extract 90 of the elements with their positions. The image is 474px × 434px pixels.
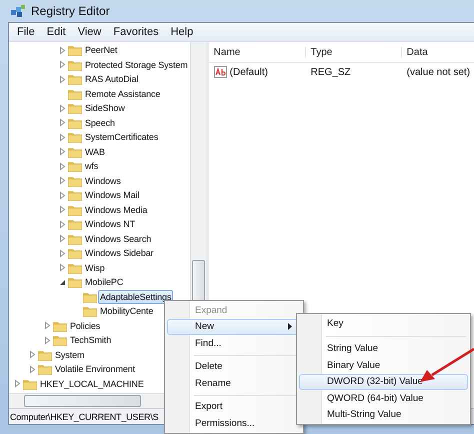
menu-option[interactable]: String Value — [299, 340, 468, 357]
expand-arrow-icon[interactable] — [58, 74, 67, 84]
folder-icon — [68, 189, 82, 202]
folder-icon — [68, 232, 82, 245]
folder-icon — [68, 131, 82, 144]
column-header[interactable]: Type — [306, 46, 402, 58]
folder-icon — [38, 363, 52, 376]
menu-item[interactable]: Edit — [40, 26, 72, 38]
menu-item[interactable]: File — [11, 26, 41, 38]
window-title: Registry Editor — [31, 4, 110, 18]
folder-icon — [68, 218, 82, 230]
tree-item[interactable]: Wisp — [83, 260, 107, 275]
value-name-cell: (Default) — [208, 66, 306, 78]
tree-item[interactable]: HKEY_LOCAL_MACHINE — [38, 376, 146, 391]
expand-arrow-icon[interactable] — [28, 364, 37, 374]
tree-item[interactable]: SideShow — [83, 101, 127, 116]
registry-cubes-icon — [10, 4, 26, 18]
folder-icon — [68, 174, 82, 187]
expand-arrow-icon[interactable] — [58, 104, 67, 113]
expand-arrow-icon[interactable] — [58, 263, 67, 272]
menu-item[interactable]: View — [72, 26, 108, 38]
expand-arrow-icon[interactable] — [58, 147, 67, 156]
menu-item[interactable]: Favorites — [107, 26, 165, 38]
column-header[interactable]: Name — [208, 46, 306, 58]
expand-arrow-icon[interactable] — [58, 190, 67, 200]
folder-icon — [68, 73, 82, 86]
expand-arrow-icon[interactable] — [43, 336, 52, 345]
tree-item[interactable]: Policies — [68, 318, 102, 333]
folder-icon — [53, 334, 67, 346]
expand-arrow-icon[interactable] — [13, 379, 22, 388]
collapse-arrow-icon[interactable] — [58, 278, 67, 287]
value-data-cell-text: (value not set) — [406, 66, 472, 78]
menu-option[interactable]: Key — [299, 315, 468, 332]
tree-item[interactable]: System — [53, 348, 86, 362]
expand-arrow-icon[interactable] — [58, 234, 67, 244]
folder-icon — [38, 348, 52, 361]
folder-icon — [68, 88, 82, 100]
folder-icon — [68, 247, 82, 260]
expand-arrow-icon[interactable] — [58, 132, 67, 142]
tree-item[interactable]: Windows Search — [83, 232, 154, 246]
tree-item[interactable]: TechSmith — [68, 333, 114, 348]
folder-icon — [68, 204, 82, 216]
expand-arrow-icon[interactable] — [43, 321, 52, 330]
folder-icon — [68, 44, 82, 56]
menu-option[interactable]: Multi-String Value — [299, 406, 468, 423]
tree-item[interactable]: wfs — [83, 159, 100, 174]
expand-arrow-icon[interactable] — [58, 46, 67, 55]
tree-item[interactable]: Windows Mail — [83, 188, 142, 202]
menu-option[interactable]: DWORD (32-bit) Value — [299, 374, 468, 390]
tree-item[interactable]: WAB — [83, 144, 107, 159]
string-value-icon — [214, 66, 227, 78]
expand-arrow-icon[interactable] — [58, 118, 67, 128]
expand-arrow-icon[interactable] — [28, 350, 37, 360]
scroll-thumb[interactable] — [24, 395, 141, 407]
expand-arrow-icon[interactable] — [58, 205, 67, 214]
expand-arrow-icon[interactable] — [58, 60, 67, 70]
expand-arrow-icon[interactable] — [58, 176, 67, 186]
column-header[interactable]: Data — [402, 46, 474, 58]
folder-icon — [53, 320, 67, 332]
tree-item[interactable]: MobilePC — [83, 275, 126, 290]
tree-item[interactable]: Speech — [83, 116, 117, 130]
folder-icon — [68, 160, 82, 172]
tree-item[interactable]: Volatile Environment — [53, 362, 138, 376]
tree-item[interactable]: PeerNet — [83, 43, 120, 58]
folder-icon — [83, 305, 97, 318]
value-type-cell-text: REG_SZ — [310, 66, 352, 78]
folder-icon — [68, 146, 82, 158]
expand-arrow-icon[interactable] — [58, 248, 67, 258]
tree-item[interactable]: SystemCertificates — [83, 130, 160, 144]
folder-icon — [68, 262, 82, 274]
tree-item[interactable]: Remote Assistance — [83, 86, 162, 101]
folder-icon — [23, 378, 37, 390]
tree-item[interactable]: Windows — [83, 174, 123, 188]
folder-icon — [68, 102, 82, 114]
tree-item[interactable]: Windows NT — [83, 217, 138, 232]
folder-icon — [68, 116, 82, 129]
tree-item[interactable]: AdaptableSettings — [98, 290, 174, 304]
tree-item[interactable]: RAS AutoDial — [83, 72, 140, 86]
tree-item[interactable]: Windows Sidebar — [83, 246, 156, 260]
folder-icon — [68, 276, 82, 288]
tree-item[interactable]: MobilityCente — [98, 304, 156, 318]
expand-arrow-icon[interactable] — [58, 162, 67, 171]
tree-item[interactable]: Windows Media — [83, 202, 150, 217]
folder-icon — [83, 290, 97, 303]
menu-item[interactable]: Help — [164, 26, 200, 38]
folder-icon — [68, 58, 82, 71]
expand-arrow-icon[interactable] — [58, 220, 67, 229]
menu-option[interactable]: Binary Value — [299, 357, 468, 374]
tree-item[interactable]: Protected Storage System — [83, 58, 190, 72]
menu-option[interactable]: QWORD (64-bit) Value — [299, 390, 468, 406]
